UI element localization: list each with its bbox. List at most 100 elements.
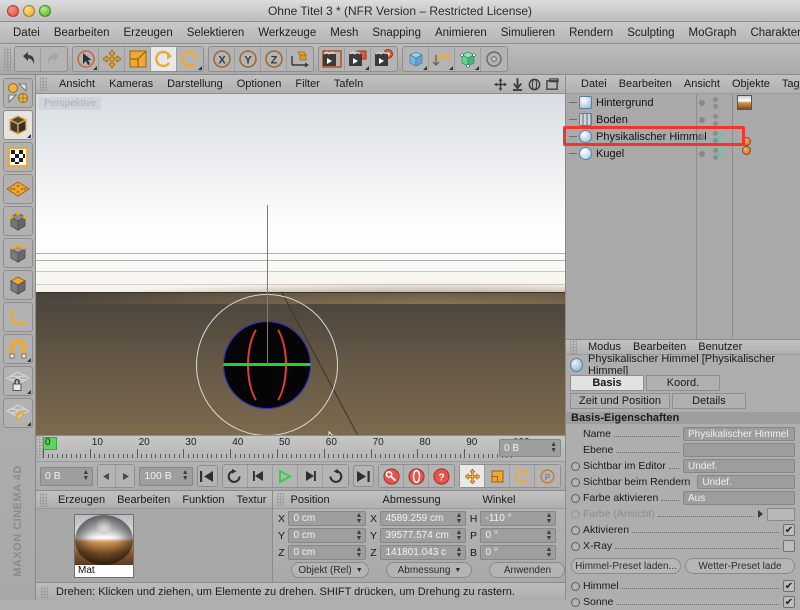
menu-bearbeiten[interactable]: Bearbeiten [47,25,117,41]
sky-tag-icon[interactable] [742,146,751,155]
viewport-3d[interactable]: Perspektive [36,94,565,435]
material-menu-erzeugen[interactable]: Erzeugen [52,493,111,507]
menu-animieren[interactable]: Animieren [428,25,494,41]
attribute-radio[interactable] [571,509,580,519]
render-dots[interactable] [713,113,718,126]
object-menu-ansicht[interactable]: Ansicht [678,77,726,91]
workplane-flyout-corner[interactable] [26,422,31,426]
axis-z-button[interactable]: Z [261,47,287,71]
attribute-value-field[interactable]: Undef. [697,475,795,489]
menu-mesh[interactable]: Mesh [323,25,365,41]
axis-mode-button[interactable] [2,302,33,332]
size-spinner[interactable]: ▲ ▼ [456,546,463,559]
nurbs-button[interactable] [455,47,481,71]
select-flyout-corner[interactable] [93,66,97,70]
floor-object-icon[interactable] [579,113,592,126]
position-key-button[interactable] [460,465,485,487]
attribute-checkbox[interactable]: ✔ [783,524,795,536]
timeline-ruler[interactable]: 0102030405060708090100 0 B ▲▼ [36,436,565,462]
attribute-radio[interactable] [571,525,580,535]
axis-x-button[interactable]: X [209,47,235,71]
position-spinner[interactable]: ▲ ▼ [356,529,363,542]
background-object-icon[interactable] [579,96,592,109]
attribute-value-field[interactable]: Physikalischer Himmel [683,427,795,441]
preset-button-wetter-preset-lade[interactable]: Wetter-Preset lade [685,558,795,574]
undo-button[interactable] [15,47,41,71]
end-frame-field[interactable]: 100 B ▲ ▼ [139,466,193,486]
attribute-radio[interactable] [571,581,580,591]
viewport-menu-darstellung[interactable]: Darstellung [160,77,230,91]
menu-simulieren[interactable]: Simulieren [494,25,562,41]
spline-button[interactable] [429,47,455,71]
attribute-tab-zeit-und-position[interactable]: Zeit und Position [570,393,670,409]
material-menu-bearbeiten[interactable]: Bearbeiten [111,493,176,507]
rotate-alt-flyout-corner[interactable] [198,66,202,70]
status-grip[interactable] [41,585,48,598]
enabled-check-icon[interactable]: ✓ [716,147,725,160]
sphere-object-icon[interactable] [579,147,592,160]
size-field[interactable]: 39577.574 cm ▲ ▼ [380,528,467,543]
play-button[interactable] [272,465,298,487]
object-menu-objekte[interactable]: Objekte [726,77,776,91]
attribute-tab-koord-[interactable]: Koord. [646,375,720,391]
position-spinner[interactable]: ▲ ▼ [356,512,363,525]
menu-selektieren[interactable]: Selektieren [180,25,252,41]
position-field[interactable]: 0 cm ▲ ▼ [288,545,367,560]
previous-key-button[interactable] [222,465,248,487]
render-settings-button[interactable] [371,47,397,71]
attribute-tab-details[interactable]: Details [671,393,746,409]
angle-field[interactable]: -110 ° ▲ ▼ [480,511,557,526]
pan-icon[interactable] [494,77,507,91]
model-mode-button[interactable] [2,110,33,140]
size-mode-dropdown[interactable]: Abmessung ▼ [386,562,473,578]
step-back-button[interactable] [247,465,273,487]
step-forward-button[interactable] [297,465,323,487]
orbit-icon[interactable] [528,78,541,91]
menu-charakter[interactable]: Charakter [743,25,800,41]
attribute-checkbox[interactable] [783,540,795,552]
angle-field[interactable]: 0 ° ▲ ▼ [480,545,557,560]
start-frame-spinner[interactable]: ▲ ▼ [82,469,89,482]
rotate-alt-button[interactable] [177,47,203,71]
array-button[interactable] [481,47,507,71]
material-list[interactable]: Mat [36,509,273,582]
attribute-menu-modus[interactable]: Modus [582,340,627,354]
keyframe-help-button[interactable]: ? [429,465,454,487]
size-spinner[interactable]: ▲ ▼ [456,529,463,542]
cube-flyout-corner[interactable] [423,66,427,70]
nurbs-flyout-corner[interactable] [475,66,479,70]
position-spinner[interactable]: ▲ ▼ [356,546,363,559]
menu-mograph[interactable]: MoGraph [682,25,744,41]
selected-object-gizmo[interactable] [196,205,338,435]
menu-werkzeuge[interactable]: Werkzeuge [251,25,323,41]
material-grip[interactable] [40,492,47,507]
attribute-menu-benutzer[interactable]: Benutzer [692,340,748,354]
attribute-checkbox[interactable]: ✔ [783,580,795,592]
attribute-radio[interactable] [571,477,580,487]
physical-sky-icon[interactable] [579,130,592,143]
workplane-button[interactable] [2,398,33,428]
polygon-mode-button[interactable] [2,270,33,300]
render-view-button[interactable] [319,47,345,71]
move-button[interactable] [99,47,125,71]
rotate-button[interactable] [151,47,177,71]
select-button[interactable] [73,47,99,71]
magnet-button[interactable] [2,334,33,364]
viewport-menu-filter[interactable]: Filter [288,77,326,91]
model-mode-flyout-corner[interactable] [26,134,31,138]
minimize-button[interactable] [23,4,35,17]
current-frame-spinner[interactable]: ▲ ▼ [550,441,557,454]
preset-button-himmel-preset-laden-[interactable]: Himmel-Preset laden... [571,558,681,574]
enabled-check-icon[interactable]: ✓ [716,130,725,143]
maximize-icon[interactable] [546,77,559,91]
autokey-button[interactable] [404,465,429,487]
attribute-value-field[interactable]: Undef. [683,459,795,473]
visibility-dot[interactable] [699,116,705,123]
angle-spinner[interactable]: ▲ ▼ [546,529,553,542]
size-field[interactable]: 4589.259 cm ▲ ▼ [380,511,467,526]
material-item[interactable]: Mat [74,514,134,578]
attribute-tab-basis[interactable]: Basis [570,375,644,391]
edge-mode-button[interactable] [2,238,33,268]
menu-rendern[interactable]: Rendern [562,25,620,41]
cube-primitive-button[interactable] [403,47,429,71]
